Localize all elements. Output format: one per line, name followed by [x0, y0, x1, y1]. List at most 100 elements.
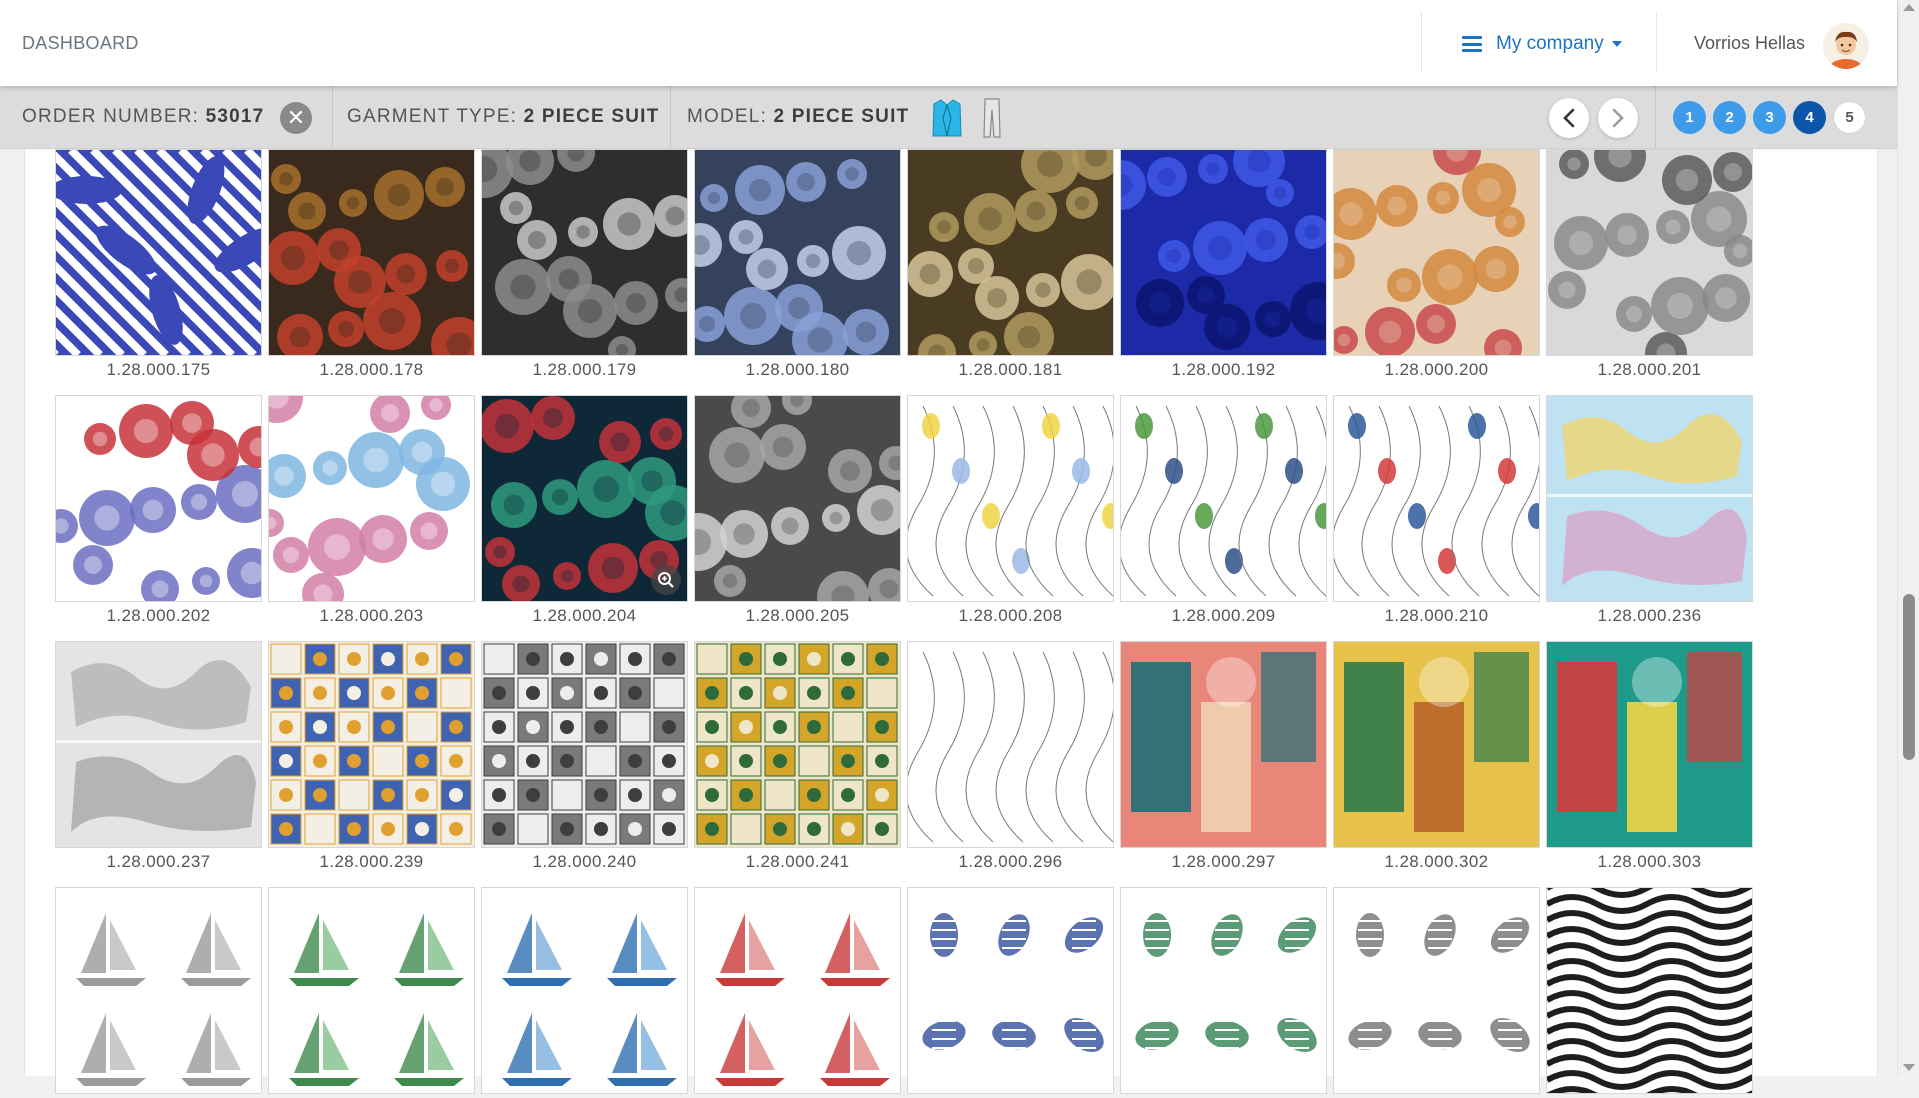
fabric-swatch-image[interactable] [55, 149, 262, 356]
fabric-swatch[interactable]: 1.28.000.302 [1333, 641, 1540, 872]
fabric-swatch[interactable]: 1.28.000.201 [1546, 149, 1753, 380]
fabric-swatch-image[interactable] [481, 149, 688, 356]
fabric-swatch[interactable] [907, 887, 1114, 1098]
model-info: MODEL: 2 PIECE SUIT [687, 106, 909, 128]
fabric-swatch[interactable]: 1.28.000.178 [268, 149, 475, 380]
company-dropdown[interactable]: My company [1462, 31, 1622, 57]
scrollbar[interactable] [1897, 0, 1919, 1076]
fabric-swatch[interactable]: 1.28.000.236 [1546, 395, 1753, 626]
fabric-swatch[interactable]: 1.28.000.241 [694, 641, 901, 872]
fabric-swatch[interactable]: 1.28.000.210 [1333, 395, 1540, 626]
fabric-swatch-image[interactable] [481, 887, 688, 1094]
fabric-swatch-image[interactable] [268, 395, 475, 602]
fabric-swatch-image[interactable] [55, 641, 262, 848]
hamburger-icon [1462, 36, 1482, 52]
fabric-swatch-image[interactable] [481, 395, 688, 602]
fabric-swatch[interactable] [1120, 887, 1327, 1098]
fabric-swatch[interactable]: 1.28.000.181 [907, 149, 1114, 380]
fabric-swatch[interactable]: 1.28.000.205 [694, 395, 901, 626]
fabric-code: 1.28.000.202 [106, 606, 211, 625]
fabric-swatch-image[interactable] [907, 887, 1114, 1094]
fabric-pattern [482, 642, 687, 847]
user-name[interactable]: Vorrios Hellas [1694, 33, 1805, 54]
fabric-swatch[interactable]: 1.28.000.180 [694, 149, 901, 380]
clear-order-button[interactable]: ✕ [280, 102, 312, 134]
fabric-swatch[interactable]: 1.28.000.175 [55, 149, 262, 380]
model-label: MODEL: [687, 106, 768, 127]
fabric-swatch[interactable] [1333, 887, 1540, 1098]
fabric-swatch[interactable]: 1.28.000.202 [55, 395, 262, 626]
step-5-button[interactable]: 5 [1833, 101, 1866, 134]
fabric-swatch-image[interactable] [268, 887, 475, 1094]
previous-button[interactable] [1549, 98, 1589, 138]
fabric-swatch[interactable]: 1.28.000.297 [1120, 641, 1327, 872]
fabric-swatch[interactable] [1546, 887, 1753, 1098]
fabric-swatch[interactable] [55, 887, 262, 1098]
fabric-swatch[interactable]: 1.28.000.303 [1546, 641, 1753, 872]
fabric-swatch-image[interactable] [1546, 149, 1753, 356]
fabric-swatch-image[interactable] [694, 887, 901, 1094]
fabric-swatch-image[interactable] [1120, 149, 1327, 356]
avatar[interactable] [1823, 23, 1869, 69]
fabric-swatch-image[interactable] [1333, 887, 1540, 1094]
order-bar-divider [670, 86, 671, 148]
fabric-pattern [908, 888, 1113, 1093]
step-1-button[interactable]: 1 [1673, 101, 1706, 134]
fabric-swatch[interactable]: 1.28.000.208 [907, 395, 1114, 626]
fabric-pattern [908, 396, 1113, 601]
fabric-code: 1.28.000.179 [532, 360, 637, 379]
fabric-swatch[interactable]: 1.28.000.237 [55, 641, 262, 872]
fabric-swatch-image[interactable] [481, 641, 688, 848]
fabric-pattern [56, 150, 261, 355]
next-button[interactable] [1598, 98, 1638, 138]
close-icon: ✕ [286, 105, 306, 130]
fabric-pattern [1547, 888, 1752, 1093]
fabric-swatch-image[interactable] [55, 395, 262, 602]
zoom-in-icon[interactable] [651, 565, 681, 595]
step-2-button[interactable]: 2 [1713, 101, 1746, 134]
fabric-swatch-image[interactable] [55, 887, 262, 1094]
fabric-swatch-image[interactable] [1546, 641, 1753, 848]
fabric-swatch-image[interactable] [907, 641, 1114, 848]
fabric-swatch-image[interactable] [1120, 395, 1327, 602]
fabric-swatch[interactable]: 1.28.000.192 [1120, 149, 1327, 380]
fabric-swatch[interactable]: 1.28.000.296 [907, 641, 1114, 872]
fabric-swatch-image[interactable] [694, 641, 901, 848]
scroll-up-arrow-icon[interactable] [1903, 4, 1915, 11]
fabric-swatch-image[interactable] [1546, 395, 1753, 602]
navbar-divider [1656, 12, 1657, 72]
fabric-swatch-image[interactable] [1546, 887, 1753, 1094]
scroll-down-arrow-icon[interactable] [1903, 1064, 1915, 1071]
dashboard-link[interactable]: DASHBOARD [22, 33, 139, 54]
fabric-swatch-image[interactable] [268, 641, 475, 848]
fabric-swatch[interactable]: 1.28.000.179 [481, 149, 688, 380]
fabric-swatch-image[interactable] [1333, 395, 1540, 602]
fabric-swatch-image[interactable] [268, 149, 475, 356]
fabric-swatch[interactable] [268, 887, 475, 1098]
fabric-swatch-image[interactable] [694, 149, 901, 356]
order-number-label: ORDER NUMBER: [22, 106, 200, 127]
fabric-swatch-image[interactable] [907, 395, 1114, 602]
chevron-right-icon [1612, 108, 1624, 128]
fabric-pattern [1547, 150, 1752, 355]
step-4-button[interactable]: 4 [1793, 101, 1826, 134]
step-3-button[interactable]: 3 [1753, 101, 1786, 134]
fabric-swatch-image[interactable] [694, 395, 901, 602]
fabric-swatch[interactable] [694, 887, 901, 1098]
order-info-bar: ORDER NUMBER: 53017 ✕ GARMENT TYPE: 2 PI… [0, 86, 1897, 149]
fabric-swatch[interactable] [481, 887, 688, 1098]
fabric-swatch-image[interactable] [907, 149, 1114, 356]
fabric-swatch[interactable]: 1.28.000.200 [1333, 149, 1540, 380]
fabric-swatch-image[interactable] [1120, 887, 1327, 1094]
scroll-thumb[interactable] [1903, 594, 1915, 760]
fabric-swatch-image[interactable] [1120, 641, 1327, 848]
fabric-swatch[interactable]: 1.28.000.203 [268, 395, 475, 626]
fabric-swatch[interactable]: 1.28.000.240 [481, 641, 688, 872]
fabric-swatch[interactable]: 1.28.000.239 [268, 641, 475, 872]
order-number-info: ORDER NUMBER: 53017 [22, 106, 264, 128]
fabric-swatch[interactable]: 1.28.000.209 [1120, 395, 1327, 626]
fabric-swatch-image[interactable] [1333, 149, 1540, 356]
fabric-swatch[interactable]: 1.28.000.204 [481, 395, 688, 626]
fabric-swatch-image[interactable] [1333, 641, 1540, 848]
fabric-pattern [1121, 396, 1326, 601]
